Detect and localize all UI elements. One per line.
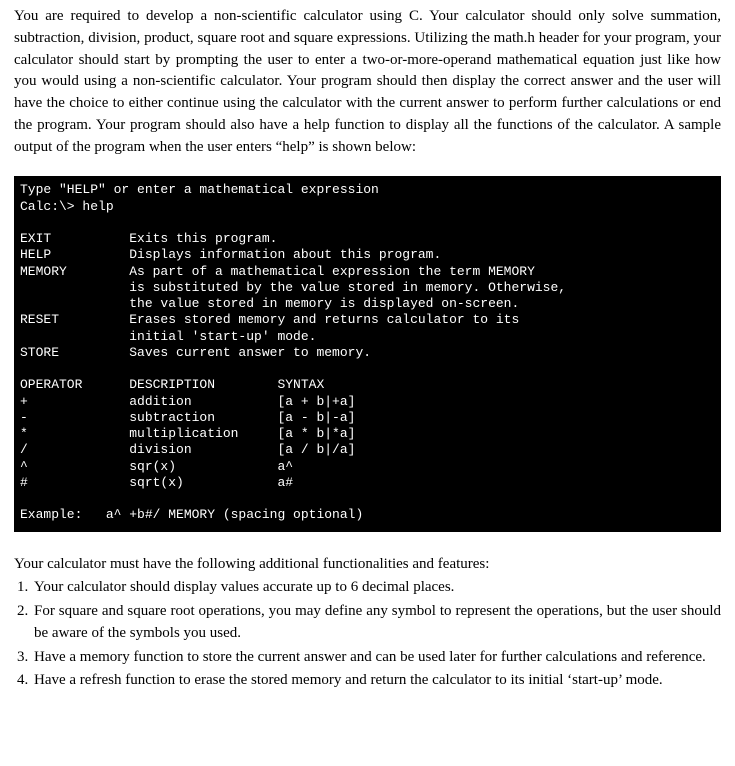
feature-item: Have a refresh function to erase the sto… xyxy=(32,670,721,692)
feature-item: Your calculator should display values ac… xyxy=(32,577,721,599)
features-intro: Your calculator must have the following … xyxy=(14,554,721,576)
features-list: Your calculator should display values ac… xyxy=(32,577,721,692)
console-sample-output: Type "HELP" or enter a mathematical expr… xyxy=(14,176,721,531)
feature-item: For square and square root operations, y… xyxy=(32,601,721,645)
document-page: You are required to develop a non-scient… xyxy=(0,0,735,708)
intro-paragraph: You are required to develop a non-scient… xyxy=(14,6,721,158)
feature-item: Have a memory function to store the curr… xyxy=(32,647,721,669)
